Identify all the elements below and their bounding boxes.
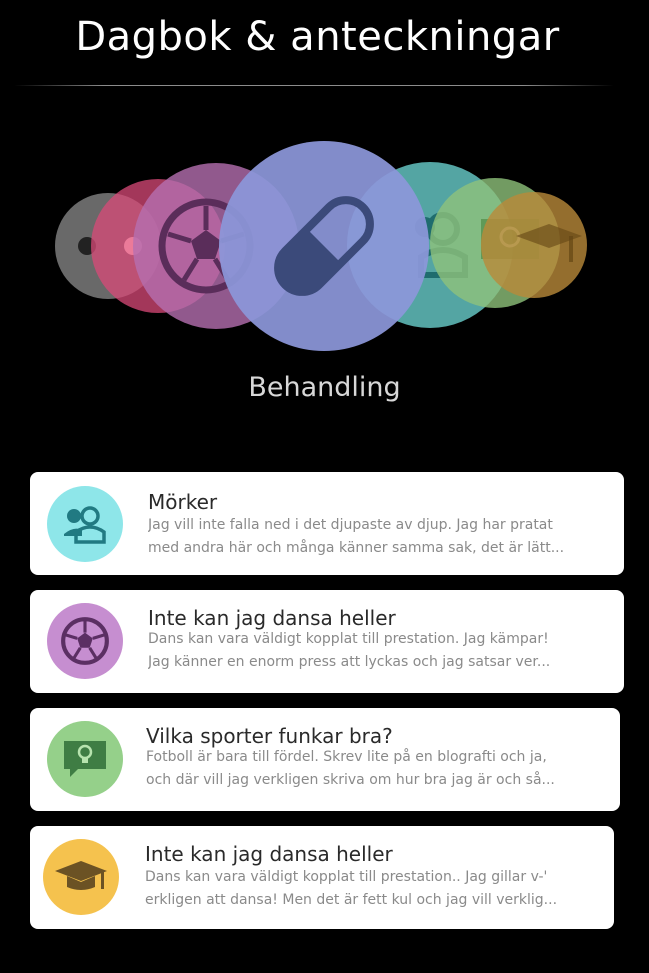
entry-icon-circle bbox=[47, 603, 123, 679]
graduation-cap-icon bbox=[516, 224, 582, 262]
entry-excerpt-line: Dans kan vara väldigt kopplat till prest… bbox=[148, 631, 549, 647]
entry-card[interactable]: Inte kan jag dansa heller Dans kan vara … bbox=[30, 826, 614, 929]
category-bubble-selected[interactable] bbox=[219, 141, 429, 351]
entry-icon-circle bbox=[47, 486, 123, 562]
entry-excerpt: Jag vill inte falla ned i det djupaste a… bbox=[148, 514, 610, 560]
page-title: Dagbok & anteckningar bbox=[75, 14, 560, 60]
entry-excerpt-line: Fotboll är bara till fördel. Skrev lite … bbox=[146, 749, 547, 765]
entry-title: Vilka sporter funkar bra? bbox=[146, 724, 393, 748]
entry-excerpt-line: Jag vill inte falla ned i det djupaste a… bbox=[148, 517, 553, 533]
selected-category-label: Behandling bbox=[248, 372, 401, 403]
entry-excerpt-line: erkligen att dansa! Men det är fett kul … bbox=[145, 892, 558, 908]
entry-excerpt: Fotboll är bara till fördel. Skrev lite … bbox=[146, 746, 608, 792]
people-icon bbox=[64, 506, 106, 544]
category-carousel[interactable] bbox=[0, 130, 649, 370]
category-bubble-gold[interactable] bbox=[481, 192, 587, 298]
entry-title: Mörker bbox=[148, 490, 218, 514]
graduation-cap-icon bbox=[55, 861, 107, 890]
entry-card[interactable]: Mörker Jag vill inte falla ned i det dju… bbox=[30, 472, 624, 575]
soccer-ball-icon bbox=[61, 617, 109, 665]
pill-icon bbox=[274, 196, 374, 296]
entry-title: Inte kan jag dansa heller bbox=[148, 606, 396, 630]
entry-excerpt-line: med andra här och många känner samma sak… bbox=[148, 540, 565, 556]
entry-excerpt-line: och där vill jag verkligen skriva om hur… bbox=[146, 772, 555, 788]
entry-excerpt: Dans kan vara väldigt kopplat till prest… bbox=[145, 866, 601, 912]
entry-card[interactable]: Vilka sporter funkar bra? Fotboll är bar… bbox=[30, 708, 620, 811]
entry-card[interactable]: Inte kan jag dansa heller Dans kan vara … bbox=[30, 590, 624, 693]
entry-excerpt-line: Jag känner en enorm press att lyckas och… bbox=[148, 654, 551, 670]
entry-icon-circle bbox=[43, 839, 119, 915]
entry-icon-circle bbox=[47, 721, 123, 797]
entry-title: Inte kan jag dansa heller bbox=[145, 842, 393, 866]
lightbulb-chat-icon bbox=[64, 741, 106, 777]
entry-excerpt-line: Dans kan vara väldigt kopplat till prest… bbox=[145, 869, 548, 885]
entry-excerpt: Dans kan vara väldigt kopplat till prest… bbox=[148, 628, 610, 674]
title-divider bbox=[14, 85, 614, 86]
